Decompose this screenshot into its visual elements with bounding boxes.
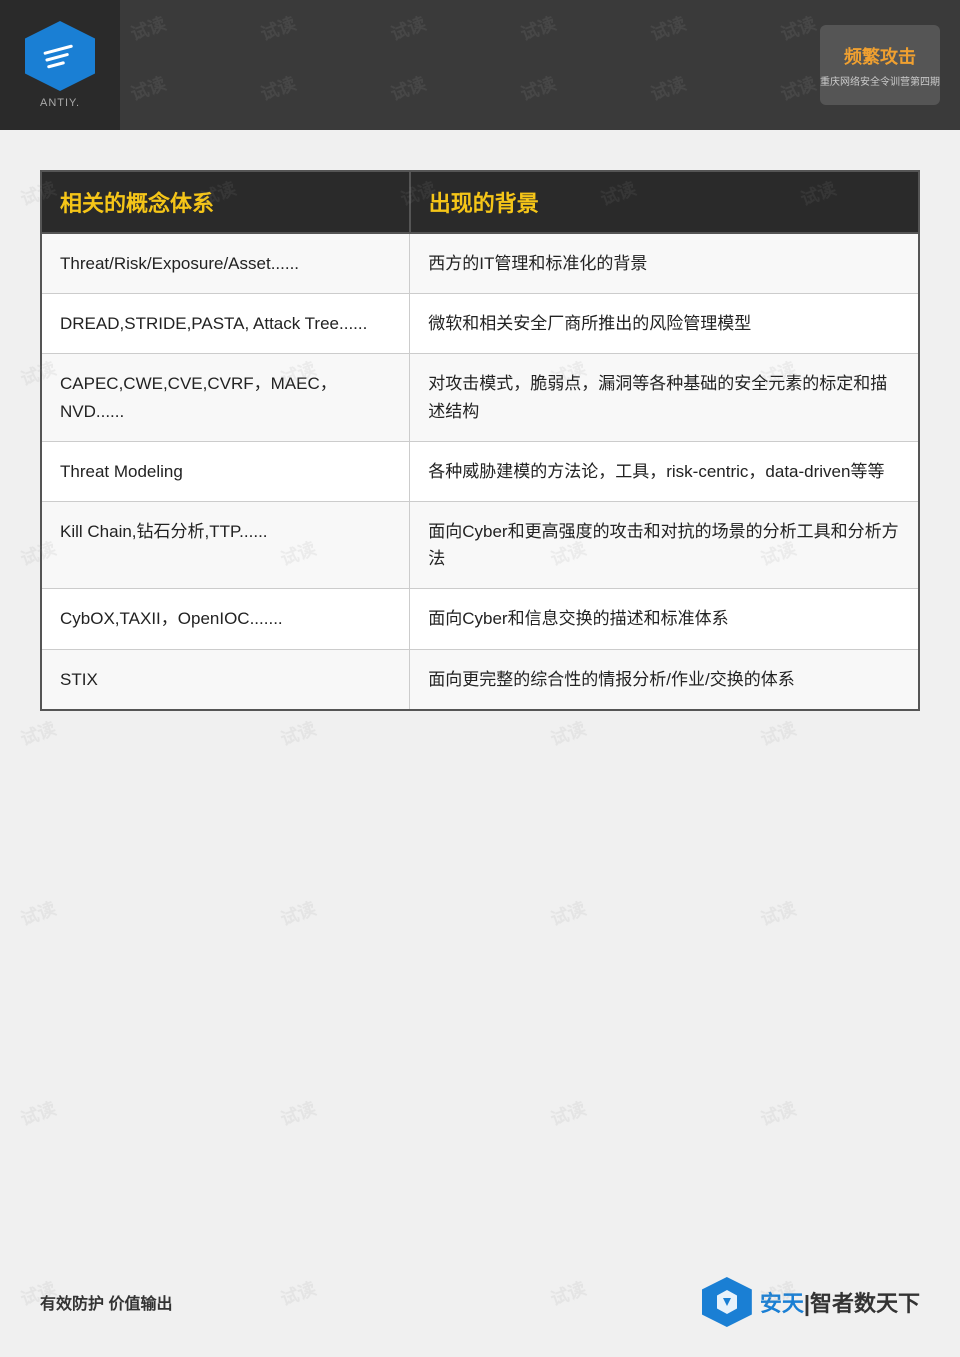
table-row: DREAD,STRIDE,PASTA, Attack Tree......微软和… [41, 294, 919, 354]
logo-lines [43, 44, 76, 68]
table-cell-right: 面向Cyber和信息交换的描述和标准体系 [410, 589, 919, 649]
table-cell-left: Threat Modeling [41, 441, 410, 501]
table-row: CAPEC,CWE,CVE,CVRF，MAEC，NVD......对攻击模式，脆… [41, 354, 919, 441]
header: ANTIY. 频繁攻击 重庆网络安全令训营第四期 [0, 0, 960, 130]
watermark: 试读 [547, 1095, 590, 1132]
header-right-logo-bottom: 重庆网络安全令训营第四期 [820, 73, 940, 88]
table-row: CybOX,TAXII，OpenIOC.......面向Cyber和信息交换的描… [41, 589, 919, 649]
table-cell-left: STIX [41, 649, 410, 710]
watermark: 试读 [17, 1095, 60, 1132]
table-cell-left: CAPEC,CWE,CVE,CVRF，MAEC，NVD...... [41, 354, 410, 441]
table-cell-left: CybOX,TAXII，OpenIOC....... [41, 589, 410, 649]
table-row: Kill Chain,钻石分析,TTP......面向Cyber和更高强度的攻击… [41, 501, 919, 588]
table-header-right: 出现的背景 [410, 171, 919, 233]
table-cell-right: 微软和相关安全厂商所推出的风险管理模型 [410, 294, 919, 354]
table-cell-right: 各种威胁建模的方法论，工具，risk-centric，data-driven等等 [410, 441, 919, 501]
table-cell-left: Kill Chain,钻石分析,TTP...... [41, 501, 410, 588]
table-cell-left: DREAD,STRIDE,PASTA, Attack Tree...... [41, 294, 410, 354]
table-cell-left: Threat/Risk/Exposure/Asset...... [41, 233, 410, 294]
footer-logo-icon [702, 1277, 752, 1327]
logo-hexagon [25, 21, 95, 91]
table-cell-right: 面向更完整的综合性的情报分析/作业/交换的体系 [410, 649, 919, 710]
watermark: 试读 [17, 895, 60, 932]
footer-tagline: 有效防护 价值输出 [40, 1290, 172, 1314]
header-right-logo-top: 频繁攻击 [844, 43, 916, 69]
table-cell-right: 面向Cyber和更高强度的攻击和对抗的场景的分析工具和分析方法 [410, 501, 919, 588]
table-header-left: 相关的概念体系 [41, 171, 410, 233]
table-cell-right: 对攻击模式，脆弱点，漏洞等各种基础的安全元素的标定和描述结构 [410, 354, 919, 441]
table-row: Threat Modeling各种威胁建模的方法论，工具，risk-centri… [41, 441, 919, 501]
footer: 有效防护 价值输出 安天|智者数天下 [0, 1277, 960, 1327]
logo-line [47, 61, 65, 69]
footer-logo-text: 安天|智者数天下 [760, 1286, 920, 1318]
watermark: 试读 [757, 895, 800, 932]
main-content: 相关的概念体系 出现的背景 Threat/Risk/Exposure/Asset… [0, 130, 960, 741]
logo-text: ANTIY. [40, 97, 80, 109]
header-right-logo: 频繁攻击 重庆网络安全令训营第四期 [820, 25, 940, 105]
watermark: 试读 [277, 895, 320, 932]
table-row: STIX面向更完整的综合性的情报分析/作业/交换的体系 [41, 649, 919, 710]
logo-area: ANTIY. [0, 0, 120, 130]
watermark: 试读 [277, 1095, 320, 1132]
footer-logo: 安天|智者数天下 [702, 1277, 920, 1327]
table-cell-right: 西方的IT管理和标准化的背景 [410, 233, 919, 294]
concept-table: 相关的概念体系 出现的背景 Threat/Risk/Exposure/Asset… [40, 170, 920, 711]
table-row: Threat/Risk/Exposure/Asset......西方的IT管理和… [41, 233, 919, 294]
watermark: 试读 [757, 1095, 800, 1132]
header-watermark-area [120, 0, 820, 130]
watermark: 试读 [547, 895, 590, 932]
